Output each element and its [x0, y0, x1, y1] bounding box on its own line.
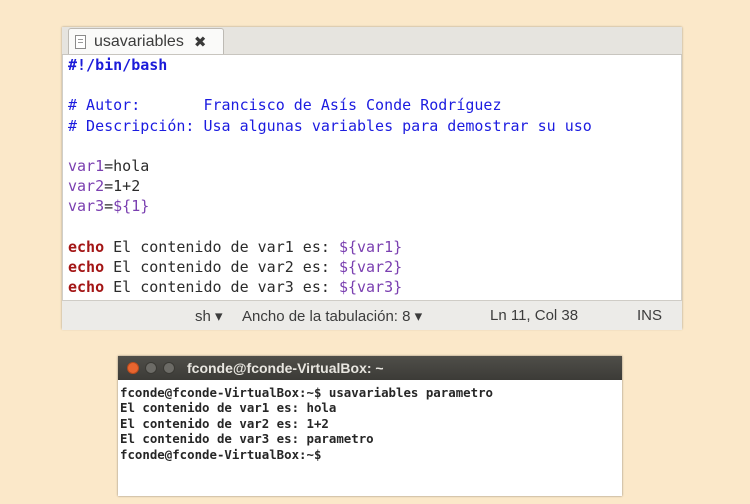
description-label: # Descripción: — [68, 116, 204, 135]
var2-value: =1+2 — [104, 177, 141, 196]
code-line-description: # Descripción: Usa algunas variables par… — [68, 116, 681, 136]
maximize-window-icon[interactable] — [163, 362, 175, 374]
code-line-echo2: echo El contenido de var2 es: ${var2} — [68, 257, 681, 277]
echo3-text: El contenido de var3 es: — [104, 278, 339, 297]
tab-width-selector[interactable]: Ancho de la tabulación: 8 ▾ — [242, 307, 422, 325]
terminal-line: El contenido de var3 es: parametro — [120, 431, 374, 447]
language-selector[interactable]: sh ▾ — [195, 307, 223, 325]
terminal-window[interactable]: fconde@fconde-VirtualBox: ~ fconde@fcond… — [118, 356, 622, 496]
tab-title: usavariables — [94, 32, 184, 50]
var3-value: ${1} — [113, 197, 150, 216]
document-icon — [75, 34, 86, 49]
close-tab-icon[interactable]: ✖ — [194, 33, 207, 51]
author-value: Francisco de Asís Conde Rodríguez — [203, 96, 502, 115]
code-editor-area[interactable]: #!/bin/bash # Autor: Francisco de Asís C… — [62, 55, 682, 300]
echo-keyword: echo — [68, 278, 105, 297]
var2-name: var2 — [68, 177, 105, 196]
code-line-author: # Autor: Francisco de Asís Conde Rodrígu… — [68, 95, 681, 115]
cursor-position: Ln 11, Col 38 — [490, 307, 579, 324]
terminal-line: fconde@fconde-VirtualBox:~$ usavariables… — [120, 385, 493, 400]
minimize-window-icon[interactable] — [145, 362, 157, 374]
echo-keyword: echo — [68, 257, 105, 276]
terminal-line: El contenido de var1 es: hola — [120, 400, 337, 416]
close-window-icon[interactable] — [127, 362, 139, 374]
terminal-titlebar[interactable]: fconde@fconde-VirtualBox: ~ — [118, 356, 622, 380]
var3-eq: = — [104, 197, 114, 216]
var1-name: var1 — [68, 156, 105, 175]
terminal-title: fconde@fconde-VirtualBox: ~ — [187, 360, 384, 376]
echo2-text: El contenido de var2 es: — [104, 257, 339, 276]
code-line-shebang: #!/bin/bash — [68, 56, 168, 74]
author-label: # Autor: — [68, 96, 204, 115]
terminal-line: fconde@fconde-VirtualBox:~$ — [120, 446, 322, 462]
tab-bar: usavariables ✖ — [62, 27, 682, 55]
echo1-ref: ${var1} — [338, 237, 403, 256]
tab-usavariables[interactable]: usavariables ✖ — [68, 28, 224, 54]
terminal-output[interactable]: fconde@fconde-VirtualBox:~$ usavariables… — [120, 385, 618, 462]
code-line-echo3: echo El contenido de var3 es: ${var3} — [68, 277, 681, 297]
var1-value: =hola — [104, 156, 150, 175]
echo1-text: El contenido de var1 es: — [104, 237, 339, 256]
code-line-echo1: echo El contenido de var1 es: ${var1} — [68, 237, 681, 257]
terminal-line: El contenido de var2 es: 1+2 — [120, 415, 329, 431]
code-line-var1: var1=hola — [68, 156, 681, 176]
code-line-var3: var3=${1} — [68, 196, 681, 216]
status-bar: sh ▾ Ancho de la tabulación: 8 ▾ Ln 11, … — [62, 300, 682, 330]
echo2-ref: ${var2} — [338, 257, 403, 276]
description-value: Usa algunas variables para demostrar su … — [203, 116, 592, 135]
code-line-var2: var2=1+2 — [68, 176, 681, 196]
insert-mode-indicator: INS — [637, 307, 663, 324]
echo3-ref: ${var3} — [338, 278, 403, 297]
echo-keyword: echo — [68, 237, 105, 256]
text-editor-window: usavariables ✖ #!/bin/bash # Autor: Fran… — [62, 27, 682, 330]
var3-name: var3 — [68, 197, 105, 216]
